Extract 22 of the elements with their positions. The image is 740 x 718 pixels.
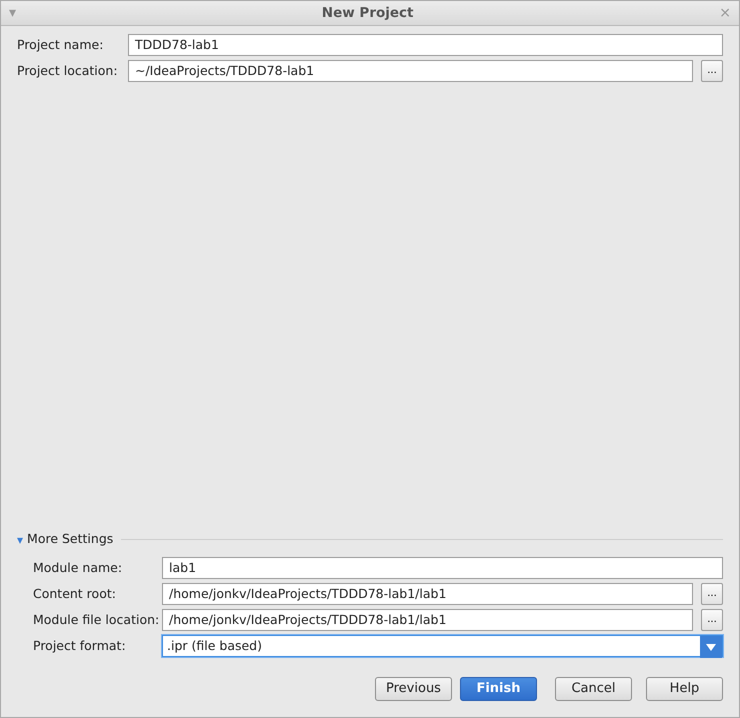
dialog-button[interactable]: Finish [460,677,537,701]
field-label: Project location: [17,62,119,80]
dialog-button[interactable]: Cancel [555,677,632,701]
dropdown-arrow-icon[interactable] [706,644,716,650]
input-field[interactable]: lab1 [162,557,723,579]
input-field[interactable]: TDDD78-lab1 [128,34,723,56]
window-title: New Project [322,4,414,22]
input-field[interactable]: /home/jonkv/IdeaProjects/TDDD78-lab1/lab1 [162,583,693,605]
field-label: Module name: [33,558,124,577]
browse-button[interactable]: ... [701,609,723,631]
input-field[interactable]: ~/IdeaProjects/TDDD78-lab1 [128,60,693,82]
section-header[interactable]: More Settings [27,530,114,549]
field-label: Module file location: [33,610,158,629]
field-label: Project name: [17,36,104,54]
input-field[interactable]: /home/jonkv/IdeaProjects/TDDD78-lab1/lab1 [162,609,693,631]
dropdown-field[interactable]: .ipr (file based) [162,635,723,657]
browse-button[interactable]: ... [701,583,723,605]
field-label: Project format: [33,636,127,655]
field-label: Content root: [33,584,117,603]
dialog-button[interactable]: Help [646,677,723,701]
browse-button[interactable]: ... [701,60,723,82]
dialog-button[interactable]: Previous [375,677,452,701]
